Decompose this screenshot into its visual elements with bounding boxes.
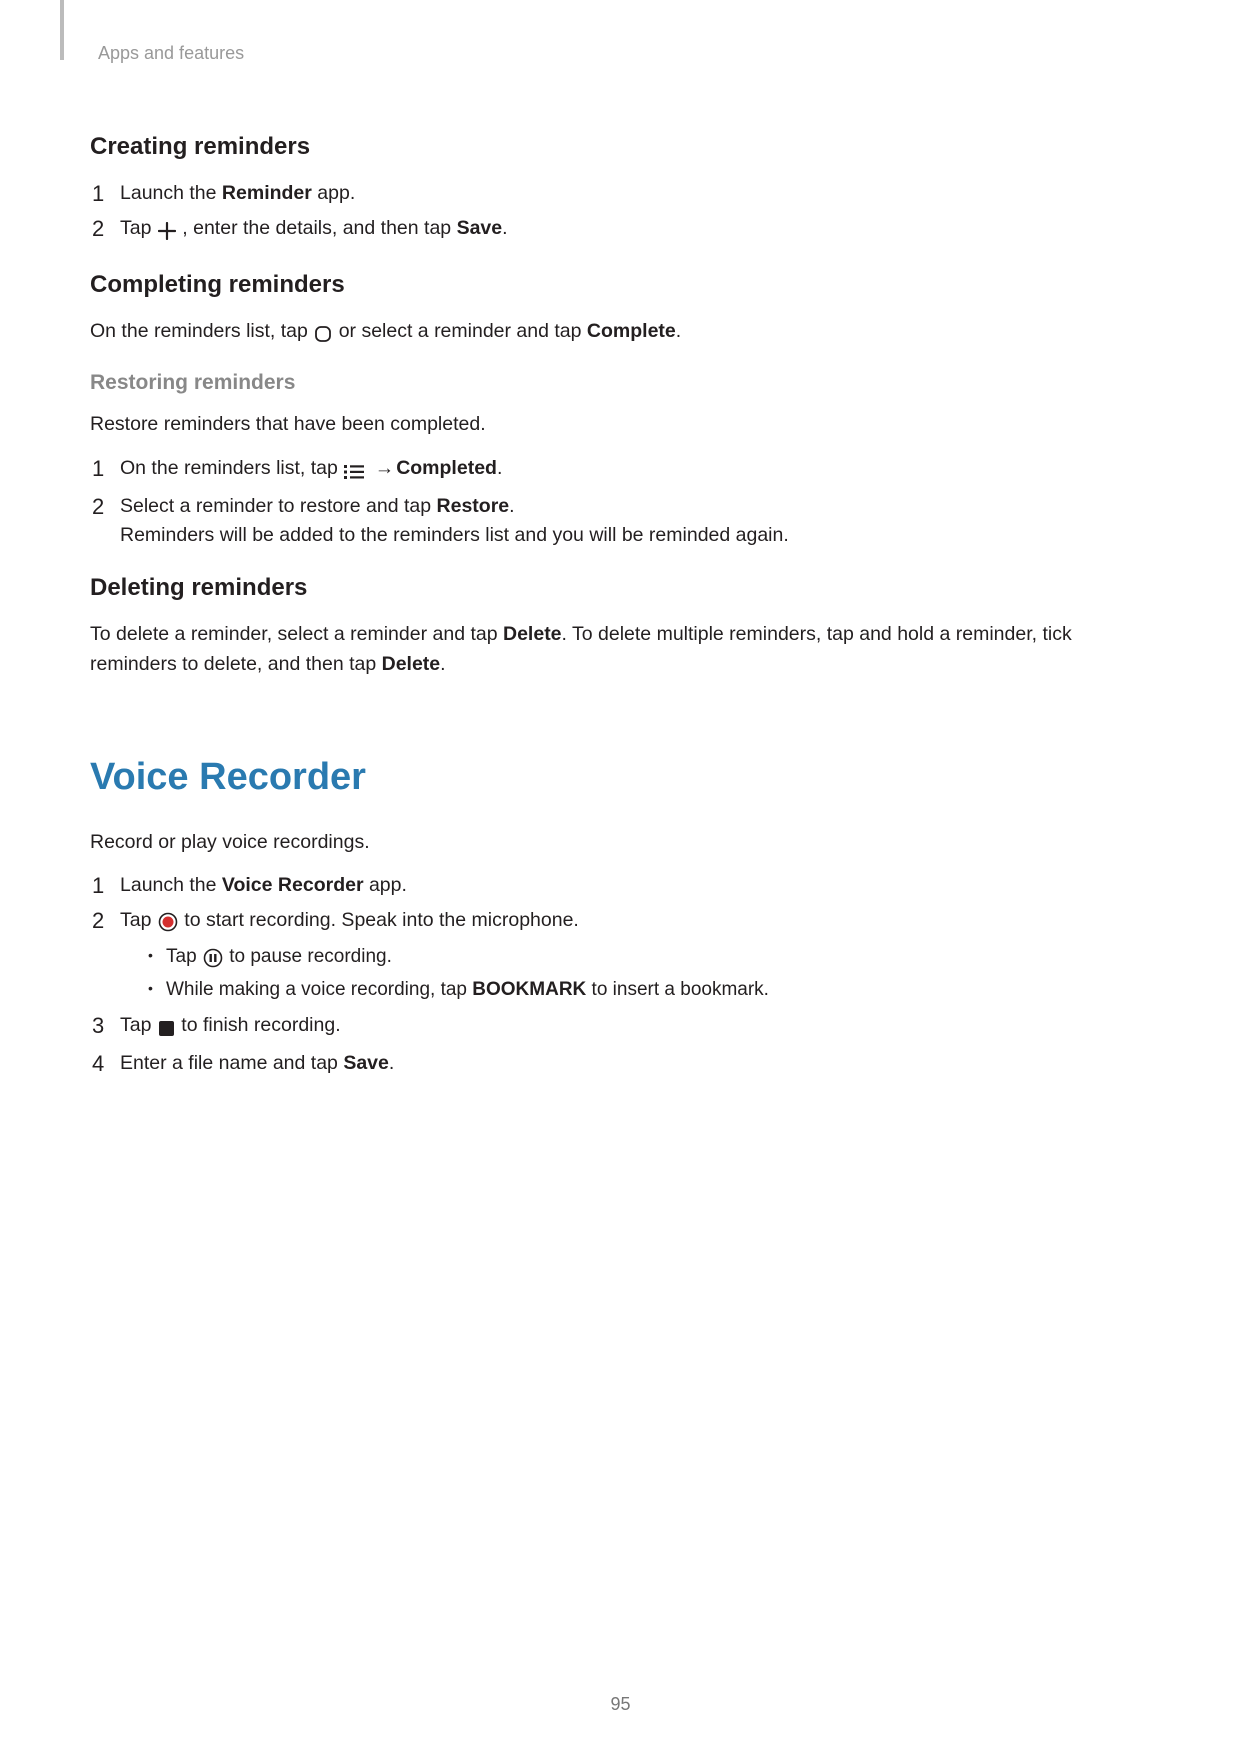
list-item: Launch the Reminder app. — [90, 179, 1151, 208]
heading-completing-reminders: Completing reminders — [90, 267, 1151, 303]
page: Apps and features Creating reminders Lau… — [0, 0, 1241, 1754]
heading-deleting-reminders: Deleting reminders — [90, 570, 1151, 606]
action-label: Completed — [396, 457, 497, 479]
text: app. — [312, 182, 355, 204]
arrow-right-icon: → — [375, 454, 395, 483]
text: Launch the — [120, 874, 222, 896]
text: . — [676, 320, 681, 342]
text: to finish recording. — [181, 1014, 340, 1036]
page-number: 95 — [0, 1691, 1241, 1718]
text: Launch the — [120, 182, 222, 204]
list-item: Tap to finish recording. — [90, 1011, 1151, 1043]
breadcrumb: Apps and features — [98, 40, 1151, 67]
steps-creating: Launch the Reminder app. Tap , enter the… — [90, 179, 1151, 247]
text: Select a reminder to restore and tap — [120, 495, 437, 517]
list-item: Enter a file name and tap Save. — [90, 1049, 1151, 1078]
text: Tap — [166, 946, 202, 967]
action-label: Delete — [382, 653, 441, 675]
text: to start recording. Speak into the micro… — [184, 909, 579, 931]
list-item: Tap , enter the details, and then tap Sa… — [90, 214, 1151, 246]
list-item: Tap to start recording. Speak into the m… — [90, 906, 1151, 1004]
plus-icon — [158, 217, 176, 246]
record-icon — [158, 909, 178, 938]
text: Reminders will be added to the reminders… — [120, 524, 789, 546]
text: On the reminders list, tap — [90, 320, 313, 342]
text: . — [509, 495, 514, 517]
text: to pause recording. — [229, 946, 392, 967]
action-label: Save — [343, 1052, 389, 1074]
text: Tap — [120, 217, 157, 239]
text: While making a voice recording, tap — [166, 979, 472, 1000]
list-item: Launch the Voice Recorder app. — [90, 871, 1151, 900]
list-item: Tap to pause recording. — [148, 943, 1151, 975]
list-menu-icon — [344, 457, 364, 486]
text: or select a reminder and tap — [339, 320, 587, 342]
text: . — [497, 457, 502, 479]
action-label: Complete — [587, 320, 676, 342]
list-item: While making a voice recording, tap BOOK… — [148, 976, 1151, 1005]
text: Tap — [120, 1014, 157, 1036]
heading-creating-reminders: Creating reminders — [90, 129, 1151, 165]
action-label: Save — [457, 217, 503, 239]
pause-icon — [203, 946, 223, 975]
action-label: Restore — [437, 495, 510, 517]
steps-voice-recorder: Launch the Voice Recorder app. Tap to st… — [90, 871, 1151, 1078]
text: , enter the details, and then tap — [182, 217, 456, 239]
text: app. — [364, 874, 407, 896]
stop-icon — [158, 1014, 175, 1043]
header-tab-deco — [60, 0, 64, 60]
list-item: Select a reminder to restore and tap Res… — [90, 492, 1151, 551]
app-name: Reminder — [222, 182, 312, 204]
circle-outline-icon — [314, 320, 332, 349]
paragraph: On the reminders list, tap or select a r… — [90, 317, 1151, 349]
text: . — [389, 1052, 394, 1074]
paragraph: Record or play voice recordings. — [90, 828, 1151, 857]
action-label: Delete — [503, 623, 562, 645]
text: to insert a bookmark. — [586, 979, 769, 1000]
text: . — [502, 217, 507, 239]
text: Tap — [120, 909, 157, 931]
app-name: Voice Recorder — [222, 874, 364, 896]
heading-voice-recorder: Voice Recorder — [90, 749, 1151, 806]
paragraph: To delete a reminder, select a reminder … — [90, 620, 1151, 679]
sub-list: Tap to pause recording. While making a v… — [120, 943, 1151, 1005]
heading-restoring-reminders: Restoring reminders — [90, 367, 1151, 399]
action-label: BOOKMARK — [472, 979, 586, 1000]
text: On the reminders list, tap — [120, 457, 343, 479]
text: Enter a file name and tap — [120, 1052, 343, 1074]
list-item: On the reminders list, tap → Completed. — [90, 454, 1151, 486]
text: To delete a reminder, select a reminder … — [90, 623, 503, 645]
paragraph: Restore reminders that have been complet… — [90, 410, 1151, 439]
steps-restoring: On the reminders list, tap → Completed. … — [90, 454, 1151, 551]
text: . — [440, 653, 445, 675]
